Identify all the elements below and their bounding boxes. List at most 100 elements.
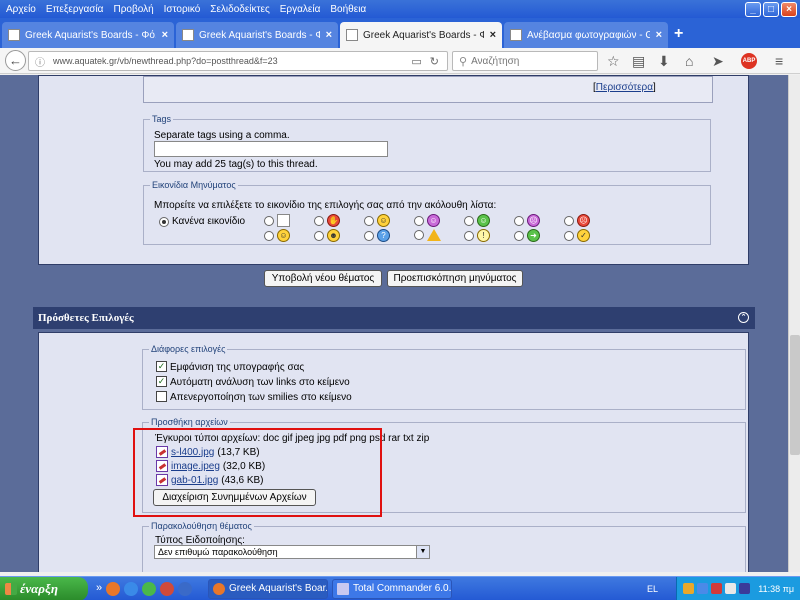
reading-list-icon[interactable]: ▤ [632,53,645,70]
scrollbar-thumb[interactable] [790,335,800,455]
radio-button[interactable] [414,215,424,226]
menu-edit[interactable]: Επεξεργασία [46,4,104,15]
disable-smilies-checkbox[interactable] [156,391,167,402]
close-tab-icon[interactable]: × [162,29,168,41]
tab-4[interactable]: Ανέβασμα φωτογραφιών - Gr... × [504,22,668,48]
site-info-icon[interactable]: ⓘ [35,54,45,69]
radio-button[interactable] [464,230,474,241]
radio-button[interactable] [314,215,324,226]
show-signature-checkbox[interactable]: ✓ [156,361,167,372]
search-icon: ⚲ [459,55,468,68]
radio-none[interactable] [159,216,169,227]
parse-links-checkbox[interactable]: ✓ [156,376,167,387]
quicklaunch-chevron-icon[interactable]: » [96,582,102,594]
tab-2[interactable]: Greek Aquarist's Boards - Φό... × [176,22,338,48]
quicklaunch-icon[interactable] [178,582,192,596]
additional-options-title: Πρόσθετες Επιλογές [38,312,134,324]
radio-button[interactable] [464,215,474,226]
tray-icon[interactable] [739,583,750,594]
radio-button[interactable] [414,230,424,240]
chevron-down-icon[interactable]: ▼ [416,546,429,558]
menu-bookmarks[interactable]: Σελιδοδείκτες [210,4,269,15]
back-button[interactable]: ← [5,50,26,71]
radio-button[interactable] [314,230,324,241]
menu-file[interactable]: Αρχείο [6,4,36,15]
icon-option[interactable]: ☺ [364,214,390,227]
icon-option[interactable]: ☺ [464,214,490,227]
icon-option[interactable]: ☻ [314,229,340,242]
adblock-icon[interactable]: ABP [741,53,757,69]
icon-option[interactable]: ☺ [414,214,440,227]
menu-view[interactable]: Προβολή [113,4,153,15]
home-icon[interactable]: ⌂ [685,53,693,69]
collapse-icon[interactable]: ⌃ [738,312,749,323]
menu-history[interactable]: Ιστορικό [164,4,201,15]
icon-option[interactable]: ! [464,229,490,242]
icon-option[interactable]: ✋ [314,214,340,227]
icon-option[interactable]: ☺ [264,229,290,242]
radio-button[interactable] [514,230,524,241]
more-link[interactable]: [Περισσότερα] [593,82,656,93]
tab-3-active[interactable]: Greek Aquarist's Boards - Φό... × [340,22,502,48]
tab-1[interactable]: Greek Aquarist's Boards - Φό... × [2,22,174,48]
reload-icon[interactable]: ↻ [430,55,439,68]
more-link-text[interactable]: Περισσότερα [596,82,653,93]
notification-type-value: Δεν επιθυμώ παρακολούθηση [158,547,278,557]
tab-strip: Greek Aquarist's Boards - Φό... × Greek … [0,18,800,48]
close-window-button[interactable]: × [781,2,797,17]
taskbar-item-total-commander[interactable]: Total Commander 6.0... [332,579,452,599]
tags-input[interactable] [154,141,388,157]
search-box[interactable]: ⚲ [452,51,598,71]
icon-option[interactable]: ? [364,229,390,242]
downloads-icon[interactable]: ⬇ [658,53,670,70]
new-tab-button[interactable]: + [674,25,683,43]
minimize-button[interactable]: _ [745,2,761,17]
icon-option[interactable]: ✓ [564,229,590,242]
thumbs-up-icon: ✓ [577,229,590,242]
volume-icon[interactable] [725,583,736,594]
close-tab-icon[interactable]: × [490,29,496,41]
icon-option[interactable]: ➜ [514,229,540,242]
bookmark-star-icon[interactable]: ☆ [607,53,620,70]
post-form-panel: [Περισσότερα] Tags Separate tags using a… [38,75,749,265]
messenger-icon[interactable] [142,582,156,596]
menu-help[interactable]: Βοήθεια [330,4,366,15]
antivirus-icon[interactable] [711,583,722,594]
notification-type-select[interactable]: Δεν επιθυμώ παρακολούθηση ▼ [154,545,430,559]
firefox-icon[interactable] [106,582,120,596]
submit-new-thread-button[interactable]: Υποβολή νέου θέματος [264,270,382,287]
start-button[interactable]: έναρξη [0,577,88,600]
reader-view-icon[interactable]: ▭ [411,55,421,68]
radio-button[interactable] [564,215,574,226]
radio-button[interactable] [514,215,524,226]
frown-smiley-icon: ☹ [527,214,540,227]
maximize-button[interactable]: □ [763,2,779,17]
icon-option[interactable]: ☹ [564,214,590,227]
network-icon[interactable] [697,583,708,594]
url-bar[interactable]: ⓘ www.aquatek.gr/vb/newthread.php?do=pos… [28,51,448,71]
radio-button[interactable] [564,230,574,241]
page-scrollbar[interactable] [788,75,800,572]
search-input[interactable] [471,55,592,67]
ie-icon[interactable] [124,582,138,596]
close-tab-icon[interactable]: × [656,29,662,41]
radio-button[interactable] [264,230,274,241]
icon-option[interactable] [414,229,441,241]
close-tab-icon[interactable]: × [326,29,332,41]
icon-option-none[interactable]: Κανένα εικονίδιο [159,216,245,227]
menu-icon[interactable]: ≡ [775,53,783,69]
send-icon[interactable]: ➤ [712,53,724,70]
menu-tools[interactable]: Εργαλεία [280,4,321,15]
icon-option[interactable] [264,214,290,227]
opera-icon[interactable] [160,582,174,596]
favicon-icon [346,29,358,41]
radio-button[interactable] [264,215,274,226]
preview-message-button[interactable]: Προεπισκόπηση μηνύματος [387,270,523,287]
icon-option[interactable]: ☹ [514,214,540,227]
taskbar-item-firefox[interactable]: Greek Aquarist's Boar... [208,579,328,599]
tray-icon[interactable] [683,583,694,594]
additional-options-header[interactable]: Πρόσθετες Επιλογές ⌃ [33,307,755,329]
language-indicator[interactable]: EL [647,577,658,600]
radio-button[interactable] [364,230,374,241]
radio-button[interactable] [364,215,374,226]
